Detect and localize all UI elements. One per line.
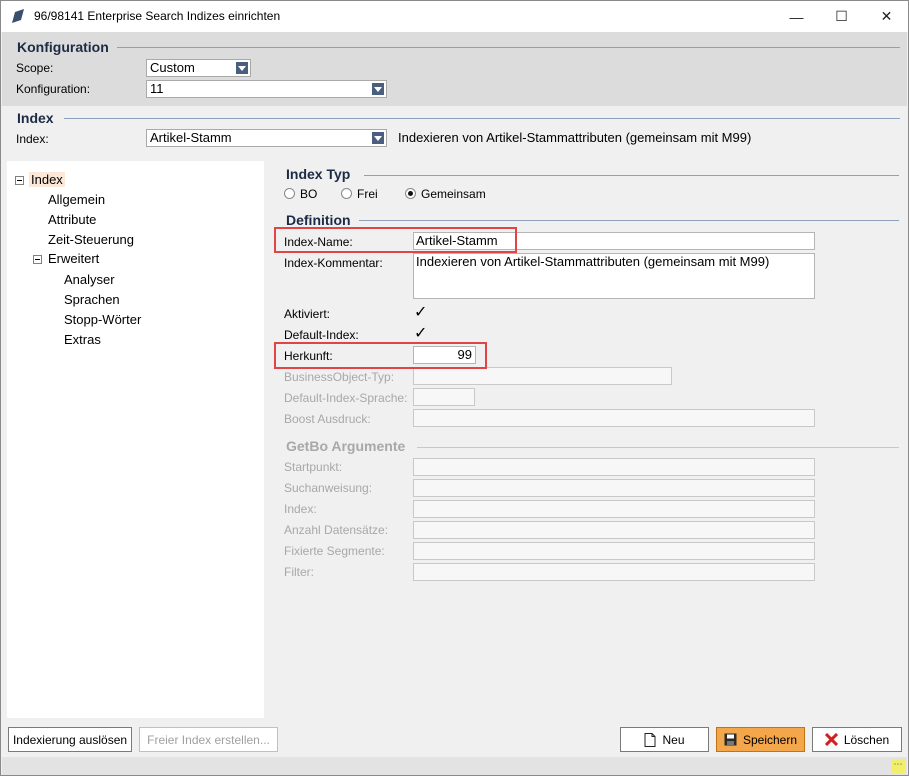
fixierte-input[interactable] (413, 542, 815, 560)
speichern-button[interactable]: Speichern (716, 727, 805, 752)
freier-index-button[interactable]: Freier Index erstellen... (139, 727, 278, 752)
highlight-herkunft (274, 342, 487, 369)
index-value: Artikel-Stamm (150, 130, 232, 145)
loeschen-button[interactable]: Löschen (812, 727, 902, 752)
section-divider (64, 118, 900, 119)
title-bar: 96/98141 Enterprise Search Indizes einri… (1, 1, 908, 32)
maximize-icon: ☐ (835, 8, 848, 24)
chevron-down-icon (372, 83, 384, 95)
section-divider (364, 175, 899, 176)
index-section: Index Index: Artikel-Stamm Indexieren vo… (2, 106, 907, 156)
index-label: Index: (16, 132, 49, 146)
anzahl-label: Anzahl Datensätze: (284, 523, 389, 537)
tree-item-erweitert[interactable]: Erweitert (48, 251, 99, 266)
aktiviert-label: Aktiviert: (284, 307, 331, 321)
filter-label: Filter: (284, 565, 314, 579)
tree-item-zeit-steuerung[interactable]: Zeit-Steuerung (48, 232, 134, 247)
index-description: Indexieren von Artikel-Stammattributen (… (398, 130, 752, 145)
startpunkt-input[interactable] (413, 458, 815, 476)
section-divider (359, 220, 899, 221)
index-kommentar-value: Indexieren von Artikel-Stammattributen (… (416, 254, 770, 269)
filter-input[interactable] (413, 563, 815, 581)
tree-item-index[interactable]: Index (29, 172, 65, 187)
freier-index-label: Freier Index erstellen... (147, 732, 270, 747)
speichern-label: Speichern (742, 732, 798, 747)
default-index-checkbox[interactable]: ✓ (414, 326, 430, 342)
fixierte-label: Fixierte Segmente: (284, 544, 385, 558)
minimize-icon: — (789, 8, 804, 25)
getbo-index-label: Index: (284, 502, 317, 516)
default-index-label: Default-Index: (284, 328, 359, 342)
radio-bo[interactable] (284, 188, 295, 199)
radio-bo-label: BO (300, 187, 318, 201)
suchanweisung-label: Suchanweisung: (284, 481, 373, 495)
default-sprache-input[interactable] (413, 388, 475, 406)
aktiviert-checkbox[interactable]: ✓ (414, 305, 430, 321)
loeschen-label: Löschen (843, 732, 890, 747)
app-window: 96/98141 Enterprise Search Indizes einri… (0, 0, 909, 776)
details-panel: Index Typ BO Frei Gemeinsam Definition I… (264, 161, 907, 718)
definition-header: Definition (286, 212, 351, 228)
radio-gemeinsam[interactable] (405, 188, 416, 199)
neu-button[interactable]: Neu (620, 727, 709, 752)
status-bar: ⋯ (2, 757, 907, 775)
index-typ-header: Index Typ (286, 166, 351, 182)
index-dropdown[interactable]: Artikel-Stamm (146, 129, 387, 147)
chevron-down-icon (236, 62, 248, 74)
tree-item-analyser[interactable]: Analyser (64, 272, 115, 287)
indexierung-label: Indexierung auslösen (12, 732, 128, 747)
konfiguration-dropdown[interactable]: 11 (146, 80, 387, 98)
tree-item-sprachen[interactable]: Sprachen (64, 292, 120, 307)
boost-label: Boost Ausdruck: (284, 412, 371, 426)
navigation-tree: Index Allgemein Attribute Zeit-Steuerung… (7, 161, 264, 718)
index-kommentar-label: Index-Kommentar: (284, 256, 383, 270)
tree-item-allgemein[interactable]: Allgemein (48, 192, 105, 207)
tree-item-extras[interactable]: Extras (64, 332, 101, 347)
konfiguration-value: 11 (150, 81, 164, 96)
bo-typ-label: BusinessObject-Typ: (284, 370, 395, 384)
konfiguration-section: Konfiguration Scope: Custom Konfiguratio… (2, 32, 907, 106)
getbo-header: GetBo Argumente (286, 438, 406, 454)
section-divider (417, 447, 899, 448)
collapse-icon[interactable] (15, 176, 24, 185)
neu-label: Neu (662, 732, 685, 747)
minimize-button[interactable]: — (774, 1, 819, 32)
new-document-icon (644, 732, 656, 747)
save-icon (724, 733, 737, 746)
konfiguration-header: Konfiguration (17, 39, 109, 55)
resize-grip-icon[interactable]: ⋯ (891, 759, 905, 773)
anzahl-input[interactable] (413, 521, 815, 539)
scope-label: Scope: (16, 61, 54, 75)
maximize-button[interactable]: ☐ (819, 1, 864, 32)
tree-item-attribute[interactable]: Attribute (48, 212, 96, 227)
close-button[interactable]: ✕ (864, 1, 909, 32)
bo-typ-input[interactable] (413, 367, 672, 385)
boost-input[interactable] (413, 409, 815, 427)
radio-gemeinsam-label: Gemeinsam (421, 187, 486, 201)
konfiguration-label: Konfiguration: (16, 82, 91, 96)
highlight-index-name (274, 227, 517, 253)
tree-item-stopp-woerter[interactable]: Stopp-Wörter (64, 312, 141, 327)
indexierung-ausloesen-button[interactable]: Indexierung auslösen (8, 727, 132, 752)
scope-dropdown[interactable]: Custom (146, 59, 251, 77)
app-logo-icon (12, 9, 24, 23)
startpunkt-label: Startpunkt: (284, 460, 343, 474)
getbo-index-input[interactable] (413, 500, 815, 518)
section-divider (117, 47, 900, 48)
delete-x-icon (824, 733, 838, 746)
radio-frei-label: Frei (357, 187, 378, 201)
chevron-down-icon (372, 132, 384, 144)
suchanweisung-input[interactable] (413, 479, 815, 497)
window-title: 96/98141 Enterprise Search Indizes einri… (34, 9, 281, 23)
default-sprache-label: Default-Index-Sprache: (284, 391, 408, 405)
index-kommentar-textarea[interactable]: Indexieren von Artikel-Stammattributen (… (413, 253, 815, 299)
collapse-icon[interactable] (33, 255, 42, 264)
radio-frei[interactable] (341, 188, 352, 199)
scope-value: Custom (150, 60, 195, 75)
index-header: Index (17, 110, 54, 126)
close-icon: ✕ (880, 8, 893, 24)
